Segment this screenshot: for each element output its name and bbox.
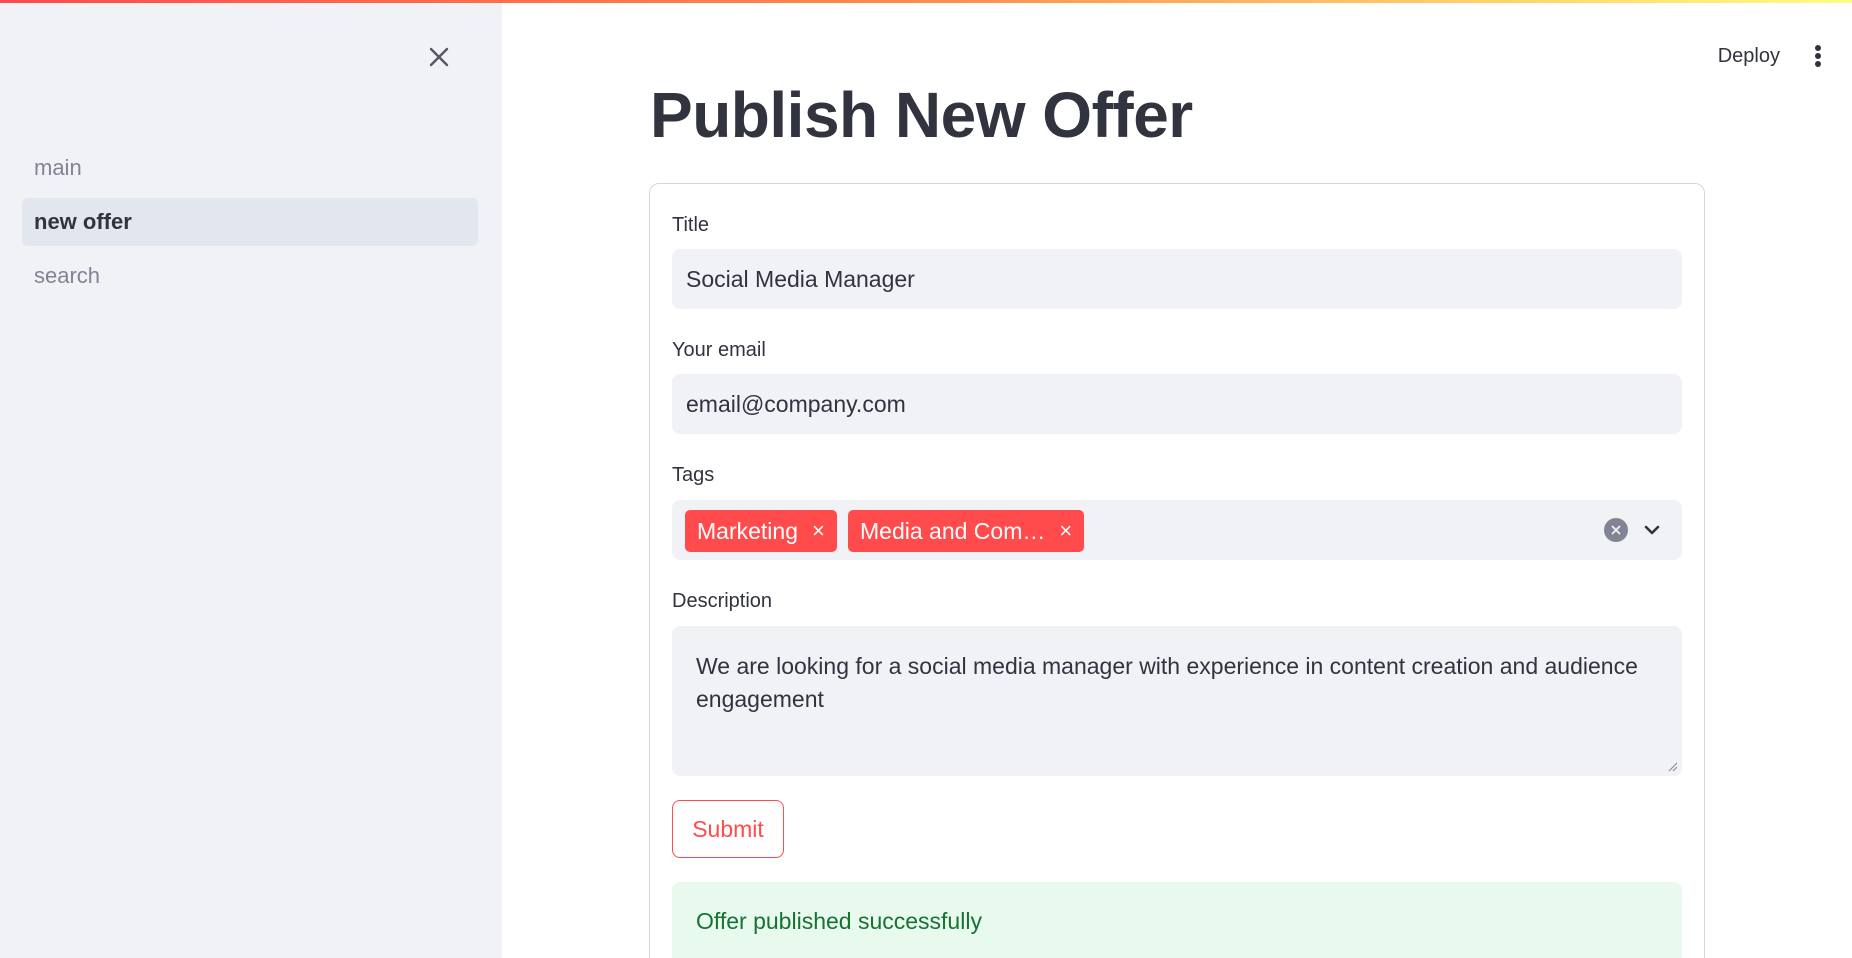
description-label: Description bbox=[672, 590, 773, 612]
remove-tag-icon[interactable]: × bbox=[812, 520, 825, 542]
top-decoration-bar bbox=[0, 0, 1852, 3]
sidebar-item-main[interactable]: main bbox=[22, 144, 478, 192]
tag-chip: Marketing × bbox=[685, 510, 837, 552]
title-input[interactable] bbox=[672, 249, 1682, 309]
email-label: Your email bbox=[672, 339, 766, 361]
description-textarea[interactable]: We are looking for a social media manage… bbox=[672, 626, 1682, 776]
more-vertical-icon bbox=[1815, 45, 1821, 67]
page-title: Publish New Offer bbox=[650, 79, 1193, 151]
tag-label: Media and Com… bbox=[860, 517, 1046, 544]
header-actions: Deploy bbox=[1718, 36, 1828, 76]
deploy-button[interactable]: Deploy bbox=[1718, 45, 1780, 68]
chevron-down-icon[interactable] bbox=[1638, 516, 1666, 544]
email-input[interactable] bbox=[672, 374, 1682, 434]
tag-chip: Media and Com… × bbox=[848, 510, 1085, 552]
tags-label: Tags bbox=[672, 464, 715, 486]
sidebar-item-search[interactable]: search bbox=[22, 252, 478, 300]
title-label: Title bbox=[672, 214, 710, 236]
sidebar-nav: main new offer search bbox=[22, 144, 478, 306]
tags-multiselect[interactable]: Marketing × Media and Com… × bbox=[672, 500, 1682, 560]
sidebar-item-new-offer[interactable]: new offer bbox=[22, 198, 478, 246]
remove-tag-icon[interactable]: × bbox=[1059, 520, 1072, 542]
close-sidebar-button[interactable] bbox=[424, 42, 454, 72]
success-alert: Offer published successfully bbox=[672, 882, 1682, 958]
tag-label: Marketing bbox=[697, 517, 798, 544]
description-text: We are looking for a social media manage… bbox=[696, 653, 1638, 712]
close-icon bbox=[429, 47, 449, 67]
main-menu-button[interactable] bbox=[1808, 41, 1828, 71]
clear-all-icon[interactable] bbox=[1604, 518, 1628, 542]
resize-handle-icon[interactable] bbox=[1666, 760, 1678, 772]
offer-form: Title Your email Tags Marketing × Media … bbox=[649, 183, 1705, 958]
sidebar: main new offer search bbox=[0, 0, 502, 958]
submit-button[interactable]: Submit bbox=[672, 800, 784, 858]
